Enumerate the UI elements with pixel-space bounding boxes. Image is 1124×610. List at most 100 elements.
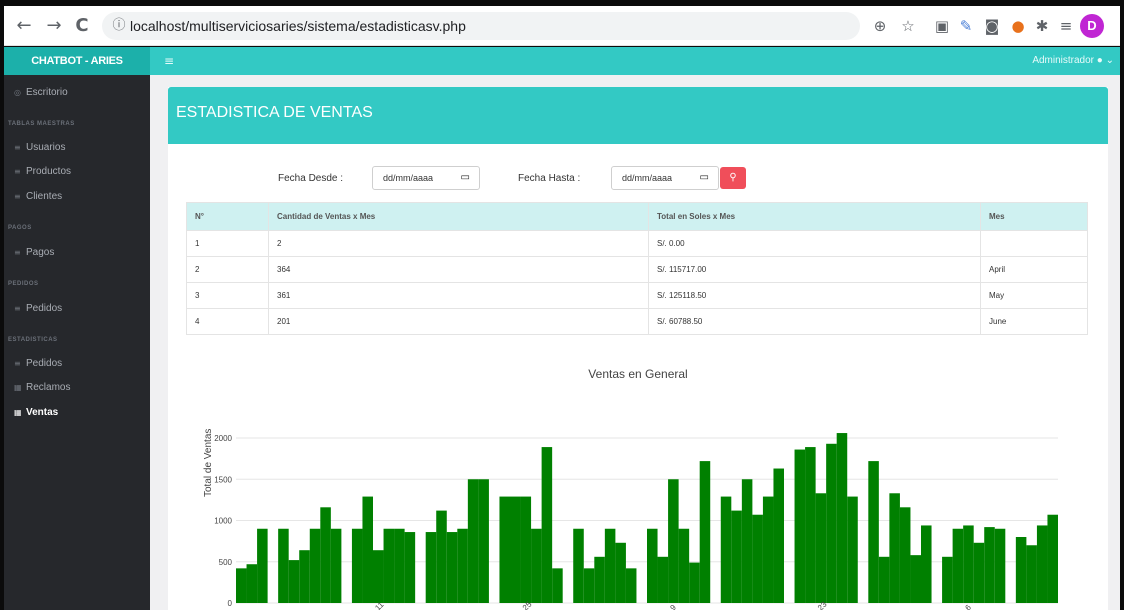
chart-bar [499,496,510,603]
screen: ← → C ⓘ localhost/multiserviciosaries/si… [0,0,1124,610]
puzzle-icon[interactable]: ✱ [1032,16,1052,36]
sidebar-item-clientes[interactable]: ≡ Clientes [14,187,62,207]
chart-bar [573,528,584,603]
zoom-icon[interactable]: ⊕ [870,16,890,36]
chart-bar [309,528,321,603]
y-tick-label: 500 [219,558,233,567]
chart-bar [836,433,848,603]
fire-icon[interactable]: ● [1008,16,1028,36]
sidebar-item-label: Pedidos [26,358,63,369]
pen-icon[interactable]: ✎ [956,16,976,36]
chart-bar [425,532,437,603]
chart-bar [889,493,900,603]
chart-bar [467,479,479,603]
reload-icon[interactable]: C [70,14,94,38]
search-button[interactable]: ⚲ [720,167,746,189]
brand-logo[interactable]: CHATBOT - ARIES [4,47,150,75]
chart-bar [657,556,669,603]
chart-bar [963,525,974,603]
column-header: N° [186,202,269,231]
sidebar-item-label: Productos [26,166,72,177]
sidebar-item-label: Usuarios [26,142,66,153]
extension-icon[interactable]: ◙ [982,16,1002,36]
chart-bar [878,556,890,603]
sidebar-item-label: Pedidos [26,303,63,314]
table-cell: S/. 125118.50 [648,282,981,309]
chart-bar [921,525,932,603]
sidebar-item-ventas[interactable]: ▦ Ventas [14,403,58,423]
fecha-desde-input[interactable]: dd/mm/aaaa ▭ [372,166,480,190]
list-icon: ≡ [14,167,21,176]
address-bar[interactable]: ⓘ localhost/multiserviciosaries/sistema/… [102,12,860,40]
chart-bar [794,449,806,603]
chart-bar [615,542,626,603]
chart-bar [625,568,637,603]
sidebar-item-label: Reclamos [26,382,71,393]
chart-bar [805,447,816,603]
table-cell: June [980,308,1088,335]
profile-avatar[interactable]: D [1080,14,1104,38]
calendar-icon[interactable]: ▭ [461,167,470,189]
stats-panel: ESTADISTICA DE VENTAS Fecha Desde : dd/m… [168,87,1108,610]
table-row: 1 2 S/. 0.00 [186,230,1088,257]
menu-toggle-icon[interactable]: ≡ [164,47,174,75]
sidebar-item-label: Clientes [26,191,63,202]
column-header: Total en Soles x Mes [648,202,981,231]
chart-bar [604,528,616,603]
table-cell: S/. 0.00 [648,230,981,257]
chart-bar [541,447,553,603]
sidebar-item-pagos[interactable]: ≡ Pagos [14,243,54,263]
extension-icon[interactable]: ▣ [932,16,952,36]
sidebar-item-pedidos[interactable]: ≡ Pedidos [14,299,62,319]
chart-bar [899,507,911,603]
list-icon: ≡ [14,143,21,152]
chart-bar [394,528,405,603]
user-menu[interactable]: Administrador ● ⌄ [1032,47,1114,75]
y-tick-label: 2000 [214,434,232,443]
chart-bar [383,528,395,603]
search-icon: ⚲ [729,172,737,183]
chart-bar [446,532,458,603]
chart-bar [1036,525,1048,603]
chart-bar [762,496,774,603]
fecha-hasta-label: Fecha Hasta : [518,173,581,184]
info-icon[interactable]: ⓘ [110,17,128,35]
chart-bar [773,468,784,603]
chart-bar [741,479,753,603]
url-text[interactable]: localhost/multiserviciosaries/sistema/es… [130,12,466,40]
back-icon[interactable]: ← [12,14,36,38]
forward-icon[interactable]: → [42,14,66,38]
sidebar-item-productos[interactable]: ≡ Productos [14,162,71,182]
chart-bar [1047,514,1058,603]
sidebar-item-usuarios[interactable]: ≡ Usuarios [14,138,65,158]
calendar-icon[interactable]: ▭ [700,167,709,189]
chart-bar [373,550,384,603]
sidebar-section-heading: TABLAS MAESTRAS [8,121,75,127]
sidebar-item-label: Ventas [26,407,59,418]
chart-bar [436,510,447,603]
chart-bar [994,528,1006,603]
chart-bar [552,568,563,603]
sidebar-item-escritorio[interactable]: ◎ Escritorio [14,83,68,103]
chart-bar [404,532,416,603]
sidebar-item-est-pedidos[interactable]: ≡ Pedidos [14,354,62,374]
chart-bar [1026,545,1037,603]
table-cell: 4 [186,308,269,335]
sales-chart: 050010001500200011 25 9 23 6 [214,433,1058,610]
y-tick-label: 0 [228,599,233,608]
table-cell [980,230,1088,257]
chart-bar [299,550,310,603]
reading-list-icon[interactable]: ≡ [1056,16,1076,36]
table-icon: ▦ [14,408,22,417]
table-icon: ▦ [14,383,22,392]
chart-bar [457,528,468,603]
chart-bar [689,562,700,603]
date-placeholder: dd/mm/aaaa [622,173,673,183]
chart-bar [668,479,679,603]
table-cell: 1 [186,230,269,257]
bookmark-star-icon[interactable]: ☆ [898,16,918,36]
column-header: Cantidad de Ventas x Mes [268,202,649,231]
y-tick-label: 1500 [214,475,232,484]
sidebar-item-reclamos[interactable]: ▦ Reclamos [14,378,70,398]
fecha-hasta-input[interactable]: dd/mm/aaaa ▭ [611,166,719,190]
